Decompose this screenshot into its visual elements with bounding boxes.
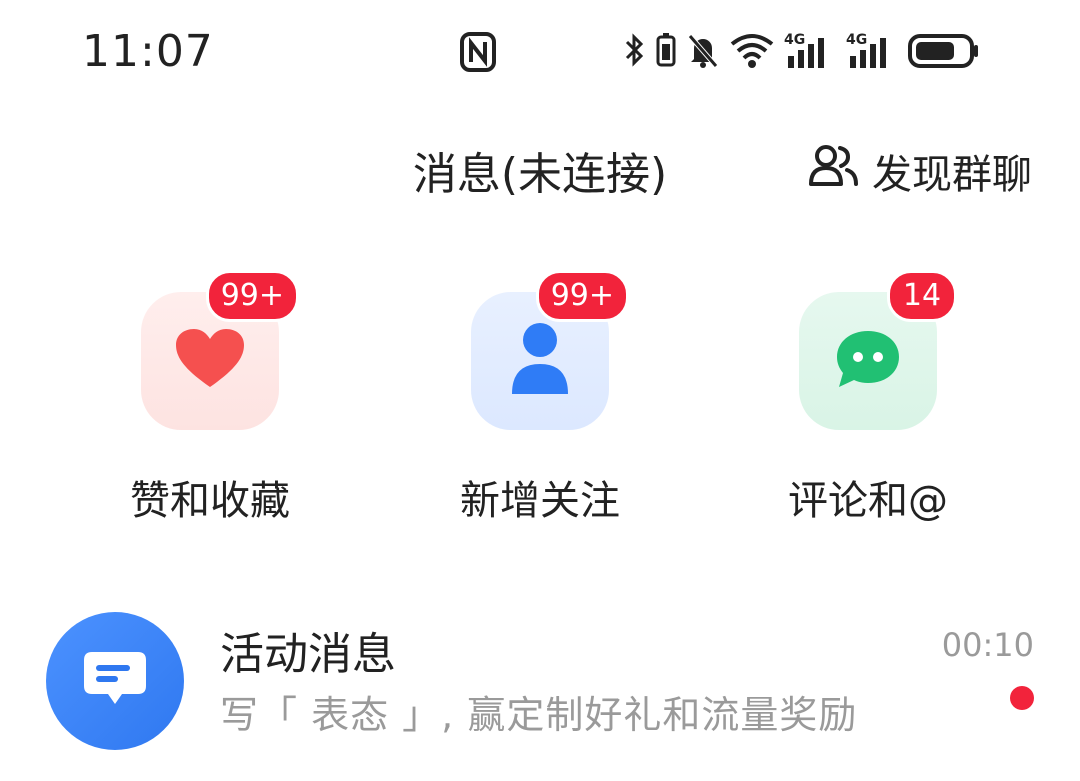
new-followers-label: 新增关注	[460, 478, 620, 524]
wifi-icon	[730, 30, 774, 74]
unread-badge: 99+	[205, 270, 299, 322]
status-bar: 11:07 4G 4G	[0, 0, 1080, 110]
comments-and-mentions-label: 评论和@	[788, 478, 948, 524]
battery-icon	[908, 30, 980, 74]
unread-badge: 14	[887, 270, 957, 322]
likes-tile: 99+	[141, 270, 299, 430]
group-people-icon	[808, 142, 860, 200]
battery-saver-icon	[656, 30, 676, 74]
bluetooth-icon	[624, 30, 646, 74]
message-icon	[80, 648, 150, 714]
unread-dot	[1010, 686, 1034, 710]
likes-and-favorites-label: 赞和收藏	[130, 478, 290, 524]
heart-icon	[174, 327, 246, 395]
followers-tile: 99+	[471, 270, 629, 430]
unread-badge: 99+	[535, 270, 629, 322]
person-icon	[508, 322, 572, 400]
comments-tile: 14	[799, 270, 957, 430]
chat-bubble-icon	[833, 327, 903, 395]
message-time: 00:10	[941, 626, 1034, 664]
top-header: 消息(未连接) 发现群聊	[0, 120, 1080, 220]
signal-4g-icon: 4G	[784, 32, 836, 72]
comments-and-mentions-entry[interactable]: 14 评论和@	[738, 270, 998, 526]
avatar	[46, 612, 184, 750]
likes-and-favorites-entry[interactable]: 99+ 赞和收藏	[80, 270, 340, 526]
mute-icon	[686, 30, 720, 74]
discover-group-chat-button[interactable]: 发现群聊	[808, 142, 1032, 200]
status-time: 11:07	[82, 26, 214, 77]
list-item-activity-messages[interactable]: 活动消息 写「 表态 」, 赢定制好礼和流量奖励 00:10	[0, 600, 1080, 760]
signal-4g-icon: 4G	[846, 32, 898, 72]
discover-group-chat-label: 发现群聊	[872, 152, 1032, 198]
new-followers-entry[interactable]: 99+ 新增关注	[410, 270, 670, 526]
status-icons: 4G 4G	[624, 30, 980, 74]
nfc-icon	[460, 32, 496, 76]
message-title: 活动消息	[220, 629, 396, 680]
message-preview: 写「 表态 」, 赢定制好礼和流量奖励	[220, 693, 858, 737]
